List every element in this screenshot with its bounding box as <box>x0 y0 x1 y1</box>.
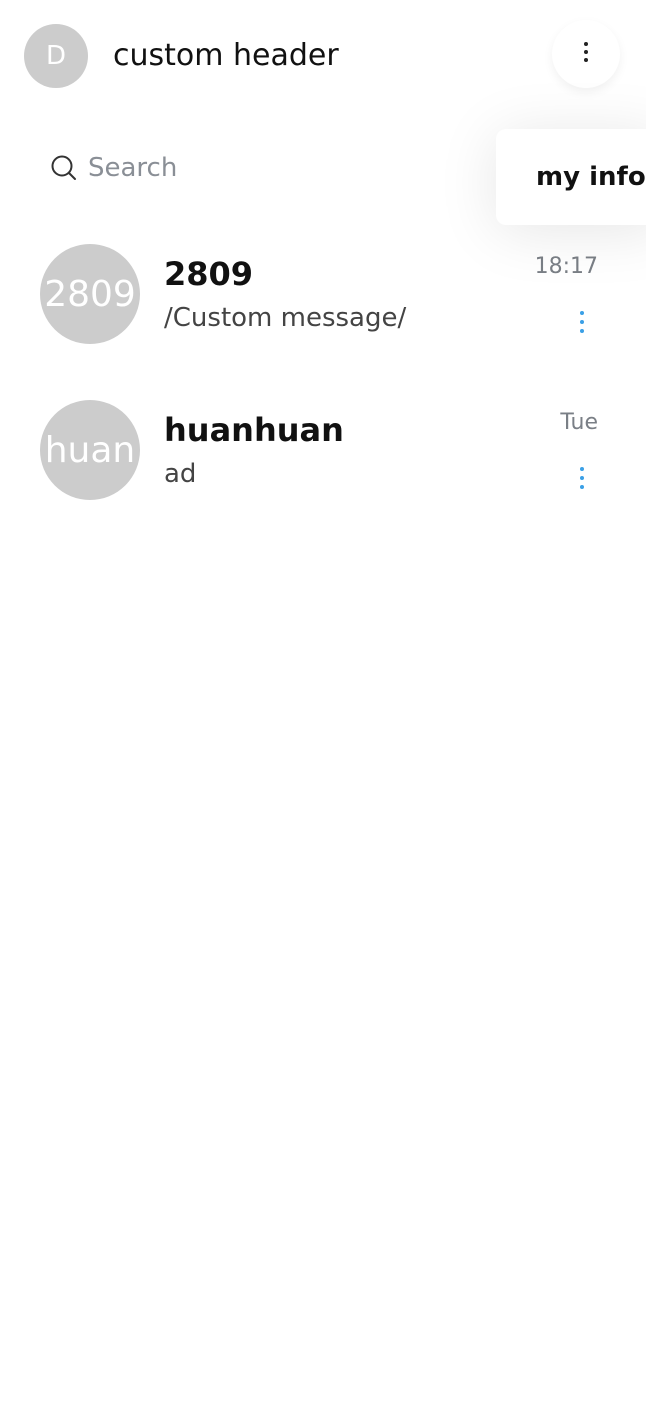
conversation-avatar: huan <box>40 400 140 500</box>
conversation-last-message: ad <box>164 459 197 489</box>
search-icon <box>51 155 76 180</box>
conversation-avatar: 2809 <box>40 244 140 344</box>
conversation-last-message: /Custom message/ <box>164 303 407 333</box>
header-title: custom header <box>113 38 339 73</box>
more-vertical-icon[interactable] <box>568 302 596 342</box>
header-popup-menu: my info <box>496 129 646 225</box>
more-vertical-icon <box>584 42 588 66</box>
conversation-avatar-text: huan <box>44 429 136 471</box>
menu-item-my-info[interactable]: my info <box>536 162 646 192</box>
conversation-item[interactable]: 2809 2809 /Custom message/ 18:17 <box>0 244 646 364</box>
more-vertical-icon[interactable] <box>568 458 596 498</box>
search-bar[interactable] <box>40 140 460 196</box>
conversation-time: Tue <box>560 410 598 435</box>
conversation-name: huanhuan <box>164 411 344 449</box>
conversation-name: 2809 <box>164 255 254 293</box>
user-avatar[interactable]: D <box>24 24 88 88</box>
conversation-time: 18:17 <box>534 254 598 279</box>
conversation-list-screen: D custom header my info 2809 2809 /Custo… <box>0 0 646 1422</box>
conversation-avatar-text: 2809 <box>44 273 136 315</box>
header-more-button[interactable] <box>552 20 620 88</box>
header: D custom header <box>0 0 646 112</box>
search-input[interactable] <box>88 153 428 183</box>
conversation-item[interactable]: huan huanhuan ad Tue <box>0 400 646 520</box>
user-avatar-letter: D <box>45 41 67 71</box>
